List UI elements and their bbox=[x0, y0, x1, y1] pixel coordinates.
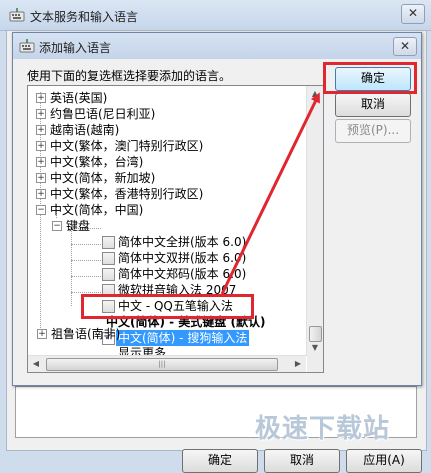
instruction-text: 使用下面的复选框选择要添加的语言。 bbox=[27, 69, 232, 83]
outer-cancel-button[interactable]: 取消 bbox=[264, 449, 340, 473]
outer-ok-button[interactable]: 确定 bbox=[182, 449, 258, 473]
tree-connector-line bbox=[71, 292, 101, 293]
scrollbar-corner bbox=[307, 356, 323, 372]
expand-icon[interactable]: + bbox=[37, 329, 47, 339]
scroll-up-arrow-icon[interactable]: ▲ bbox=[307, 86, 323, 102]
dialog-title: 添加输入语言 bbox=[39, 41, 112, 55]
checkbox[interactable] bbox=[102, 268, 115, 281]
tree-item-label: 英语(英国) bbox=[50, 91, 108, 105]
outer-apply-button[interactable]: 应用(A) bbox=[346, 449, 422, 473]
scroll-left-arrow-icon[interactable]: ◀ bbox=[28, 356, 44, 372]
dialog-close-button[interactable]: ✕ bbox=[393, 37, 417, 56]
dialog-preview-button: 预览(P)... bbox=[335, 119, 411, 143]
tree-vertical-scrollbar[interactable]: ▲ ▼ bbox=[306, 86, 323, 356]
collapse-icon[interactable]: − bbox=[52, 221, 62, 231]
tree-item-label: 越南语(越南) bbox=[50, 123, 120, 137]
expand-icon[interactable]: + bbox=[36, 93, 46, 103]
expand-icon[interactable]: + bbox=[36, 173, 46, 183]
expand-icon[interactable]: + bbox=[36, 125, 46, 135]
keyboard-icon bbox=[19, 39, 35, 53]
expand-icon[interactable]: + bbox=[36, 141, 46, 151]
scroll-grip-icon: ||| bbox=[158, 360, 166, 368]
tree-connector-line bbox=[71, 260, 101, 261]
tree-horizontal-scrollbar[interactable]: ◀ ||| ▶ bbox=[28, 355, 306, 372]
tree-item-label: 中文(繁体，香港特别行政区) bbox=[50, 187, 204, 201]
tree-item-label: 键盘 bbox=[66, 219, 91, 233]
highlight-sogou-item bbox=[81, 294, 254, 319]
outer-close-button[interactable]: ✕ bbox=[401, 4, 425, 24]
tree-item-label: 中文(繁体，台湾) bbox=[50, 155, 144, 169]
tree-item-label: 约鲁巴语(尼日利亚) bbox=[50, 107, 156, 121]
watermark: 极速下载站 bbox=[255, 414, 391, 444]
tree-connector-line bbox=[71, 244, 101, 245]
expand-icon[interactable]: + bbox=[36, 157, 46, 167]
tree-item-label: 简体中文双拼(版本 6.0) bbox=[118, 251, 247, 265]
tree-item-label: 简体中文郑码(版本 6.0) bbox=[118, 267, 247, 281]
dialog-cancel-button[interactable]: 取消 bbox=[335, 93, 411, 117]
tree-item-label: 中文(简体，中国) bbox=[50, 203, 144, 217]
keyboard-icon bbox=[9, 8, 25, 22]
tree-item-label: 中文(简体，新加坡) bbox=[50, 171, 156, 185]
tree-item-label: 中文(简体) - 搜狗输入法 bbox=[116, 330, 250, 346]
checkbox[interactable] bbox=[102, 252, 115, 265]
tree-connector-line bbox=[71, 276, 101, 277]
expand-icon[interactable]: + bbox=[36, 189, 46, 199]
collapse-icon[interactable]: − bbox=[36, 205, 46, 215]
close-icon: ✕ bbox=[407, 6, 419, 20]
scroll-right-arrow-icon[interactable]: ▶ bbox=[290, 356, 306, 372]
outer-window-title: 文本服务和输入语言 bbox=[30, 10, 139, 24]
expand-icon[interactable]: + bbox=[36, 109, 46, 119]
dialog-title-bar: 添加输入语言 ✕ bbox=[13, 33, 421, 59]
horizontal-scroll-thumb[interactable]: ||| bbox=[46, 358, 278, 371]
scroll-down-arrow-icon[interactable]: ▼ bbox=[307, 340, 323, 356]
highlight-ok-button bbox=[323, 62, 417, 94]
tree-item-label: 简体中文全拼(版本 6.0) bbox=[118, 235, 247, 249]
checkbox[interactable] bbox=[102, 236, 115, 249]
close-icon: ✕ bbox=[399, 39, 411, 53]
outer-title-bar: 文本服务和输入语言 ✕ bbox=[0, 0, 431, 31]
tree-item-label: 中文(繁体，澳门特别行政区) bbox=[50, 139, 204, 153]
tree-item-label: 祖鲁语(南非) bbox=[51, 327, 121, 341]
